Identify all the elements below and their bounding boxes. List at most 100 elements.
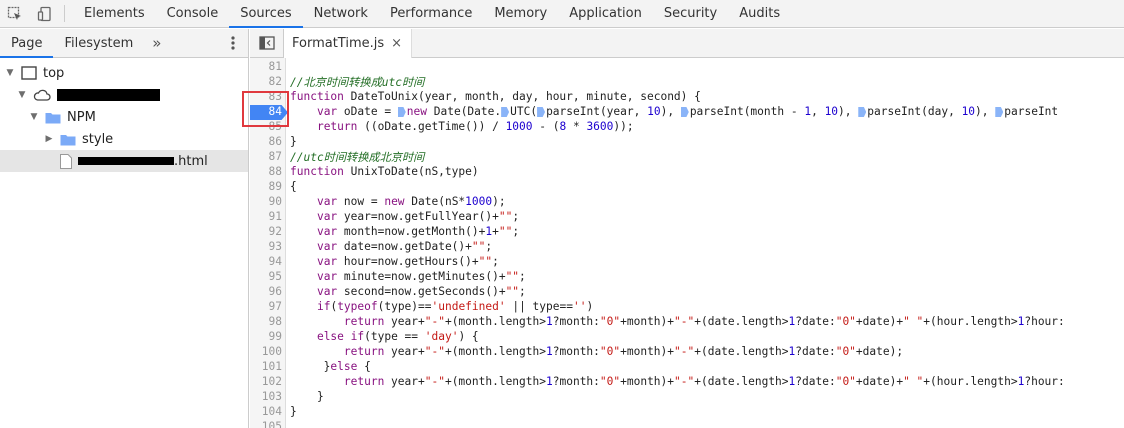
code-text: //北京时间转换成utc时间 — [290, 75, 425, 89]
code-text: function UnixToDate(nS,type) — [290, 165, 479, 178]
code-line: 91 var year=now.getFullYear()+""; — [250, 209, 1124, 224]
line-number[interactable]: 105 — [250, 420, 282, 428]
code-line: 100 return year+"-"+(month.length>1?mont… — [250, 344, 1124, 359]
code-line: 87 //utc时间转换成北京时间 — [250, 149, 1124, 164]
code-line: 82 //北京时间转换成utc时间 — [250, 74, 1124, 89]
code-lines: 81 82 //北京时间转换成utc时间 83 function DateToUnix(… — [250, 59, 1124, 428]
tab-audits[interactable]: Audits — [728, 0, 791, 27]
code-text: var now = new Date(nS*1000); — [316, 195, 506, 208]
code-line: 85 return ((oDate.getTime()) / 1000 - (8… — [250, 119, 1124, 134]
line-number[interactable]: 90 — [250, 195, 282, 208]
toggle-navigator-icon[interactable] — [250, 29, 284, 57]
redacted-domain — [57, 89, 160, 101]
line-number[interactable]: 86 — [250, 135, 282, 148]
code-line: 93 var date=now.getDate()+""; — [250, 239, 1124, 254]
code-line: 86} — [250, 134, 1124, 149]
line-number[interactable]: 102 — [250, 375, 282, 388]
expanded-triangle-icon[interactable]: ▼ — [29, 112, 39, 122]
navigator-tabs: Page Filesystem » — [0, 29, 248, 58]
tree-item-html-file[interactable]: .html — [0, 150, 248, 172]
tree-item-style[interactable]: ▶ style — [0, 128, 248, 150]
line-number[interactable]: 98 — [250, 315, 282, 328]
close-tab-icon[interactable]: × — [391, 36, 402, 51]
line-number[interactable]: 97 — [250, 300, 282, 313]
code-line: 97 if(typeof(type)=='undefined' || type=… — [250, 299, 1124, 314]
line-number[interactable]: 104 — [250, 405, 282, 418]
code-text: }else { — [290, 360, 371, 373]
line-number[interactable]: 81 — [250, 60, 282, 73]
tab-console[interactable]: Console — [156, 0, 230, 27]
code-line: 95 var minute=now.getMinutes()+""; — [250, 269, 1124, 284]
tree-item-npm[interactable]: ▼ NPM — [0, 106, 248, 128]
tab-network[interactable]: Network — [303, 0, 379, 27]
line-number[interactable]: 95 — [250, 270, 282, 283]
expanded-triangle-icon[interactable]: ▼ — [17, 90, 27, 100]
code-line: 89 { — [250, 179, 1124, 194]
tree-label-style: style — [82, 131, 114, 147]
more-tabs-icon[interactable]: » — [144, 29, 169, 57]
tab-page[interactable]: Page — [0, 29, 54, 58]
file-tab[interactable]: FormatTime.js × — [284, 29, 413, 58]
code-line: 83 function DateToUnix(year, month, day, … — [250, 89, 1124, 104]
tab-elements[interactable]: Elements — [73, 0, 156, 27]
line-number[interactable]: 100 — [250, 345, 282, 358]
code-text: } — [290, 390, 324, 403]
line-number[interactable]: 94 — [250, 255, 282, 268]
line-number[interactable]: 88 — [250, 165, 282, 178]
line-number[interactable]: 91 — [250, 210, 282, 223]
line-number[interactable]: 93 — [250, 240, 282, 253]
line-number[interactable]: 92 — [250, 225, 282, 238]
line-number[interactable]: 87 — [250, 150, 282, 163]
expanded-triangle-icon[interactable]: ▼ — [5, 68, 15, 78]
code-line: 88 function UnixToDate(nS,type) — [250, 164, 1124, 179]
code-line-breakpoint: 84 var oDate = new Date(Date. UTC(parseIn… — [250, 104, 1124, 120]
tab-security[interactable]: Security — [653, 0, 728, 27]
tab-sources[interactable]: Sources — [229, 0, 304, 28]
code-editor[interactable]: 81 82 //北京时间转换成utc时间 83 function DateToUnix(… — [250, 58, 1124, 428]
code-line: 101 }else { — [250, 359, 1124, 374]
code-text: return year+"-"+(month.length>1?month:"0… — [343, 345, 904, 358]
line-number[interactable]: 89 — [250, 180, 282, 193]
code-text: function DateToUnix(year, month, day, ho… — [290, 90, 701, 103]
line-number[interactable]: 101 — [250, 360, 282, 373]
tab-performance[interactable]: Performance — [379, 0, 483, 27]
code-text: var hour=now.getHours()+""; — [316, 255, 499, 268]
code-line: 98 return year+"-"+(month.length>1?month… — [250, 314, 1124, 329]
more-options-icon[interactable] — [218, 29, 248, 57]
line-number[interactable]: 96 — [250, 285, 282, 298]
line-number[interactable]: 99 — [250, 330, 282, 343]
collapsed-triangle-icon[interactable]: ▶ — [44, 134, 54, 144]
code-text: var date=now.getDate()+""; — [316, 240, 493, 253]
folder-icon — [60, 133, 76, 146]
navigator-panel: Page Filesystem » ▼ top ▼ ▼ NPM ▶ style … — [0, 29, 249, 428]
line-number[interactable]: 82 — [250, 75, 282, 88]
code-text: return ((oDate.getTime()) / 1000 - (8 * … — [316, 120, 634, 133]
code-line: 102 return year+"-"+(month.length>1?mont… — [250, 374, 1124, 389]
file-tab-label: FormatTime.js — [292, 36, 385, 51]
code-text: { — [290, 180, 297, 193]
code-text: var second=now.getSeconds()+""; — [316, 285, 526, 298]
cloud-icon — [33, 89, 51, 101]
editor-tabs: FormatTime.js × — [250, 29, 1124, 58]
code-line: 99 else if(type == 'day') { — [250, 329, 1124, 344]
file-tree: ▼ top ▼ ▼ NPM ▶ style .html — [0, 58, 248, 172]
tree-item-top[interactable]: ▼ top — [0, 62, 248, 84]
tab-memory[interactable]: Memory — [483, 0, 558, 27]
code-text: return year+"-"+(month.length>1?month:"0… — [343, 315, 1065, 328]
code-text: return year+"-"+(month.length>1?month:"0… — [343, 375, 1065, 388]
device-toolbar-icon[interactable] — [30, 0, 60, 27]
redacted-filename — [78, 157, 174, 165]
tab-filesystem[interactable]: Filesystem — [53, 29, 144, 57]
breakpoint-annotation-box — [242, 91, 289, 127]
code-text: var minute=now.getMinutes()+""; — [316, 270, 526, 283]
frame-icon — [21, 66, 37, 80]
line-number[interactable]: 103 — [250, 390, 282, 403]
tree-label-npm: NPM — [67, 109, 96, 125]
inspect-element-icon[interactable] — [0, 0, 30, 27]
tab-application[interactable]: Application — [558, 0, 653, 27]
code-text: else if(type == 'day') { — [316, 330, 479, 343]
code-line: 81 — [250, 59, 1124, 74]
tree-item-domain[interactable]: ▼ — [0, 84, 248, 106]
code-text: var year=now.getFullYear()+""; — [316, 210, 520, 223]
code-line: 105 — [250, 419, 1124, 428]
